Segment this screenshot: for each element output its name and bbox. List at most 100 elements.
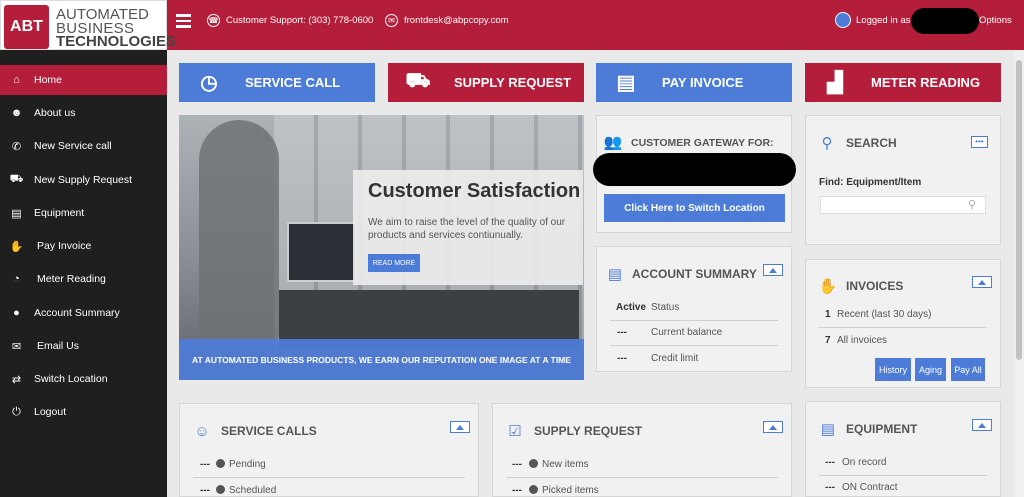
support-text: Customer Support: (303) 778-0600: [226, 15, 374, 26]
pay-all-button[interactable]: Pay All: [951, 358, 985, 381]
sidebar-item-new-service-call[interactable]: ✆ New Service call: [0, 131, 167, 161]
recent-invoices-count: 1: [825, 309, 831, 320]
read-more-button[interactable]: READ MORE: [368, 254, 420, 272]
invoices-title: INVOICES: [846, 279, 904, 293]
search-field-icon[interactable]: ⚲: [968, 198, 976, 211]
options-menu[interactable]: Options: [979, 15, 1012, 26]
account-summary-title: ACCOUNT SUMMARY: [632, 267, 757, 281]
banner-title: Customer Satisfaction: [368, 180, 581, 202]
service-call-tile[interactable]: ◷ SERVICE CALL: [179, 63, 375, 102]
sidebar-item-label: About us: [34, 107, 76, 119]
service-calls-title: SERVICE CALLS: [221, 424, 317, 438]
receipt-icon: ▤: [616, 72, 636, 94]
history-button[interactable]: History: [875, 358, 911, 381]
collapse-invoices-button[interactable]: [972, 276, 992, 288]
recent-invoices-label[interactable]: Recent (last 30 days): [837, 309, 932, 320]
plus-circle-icon: [529, 459, 538, 468]
search-input[interactable]: [820, 196, 986, 214]
sidebar-item-label: Meter Reading: [37, 273, 106, 285]
invoice-hand-icon: ✋: [818, 278, 838, 295]
pending-icon: [216, 459, 225, 468]
scrollbar-thumb[interactable]: [1016, 60, 1022, 360]
collapse-supply-request-button[interactable]: [763, 421, 783, 433]
support-email-link[interactable]: ✉ frontdesk@abpcopy.com: [385, 14, 509, 27]
email-text: frontdesk@abpcopy.com: [404, 15, 509, 26]
sidebar-item-label: Pay Invoice: [37, 240, 92, 252]
person-icon: ☻: [10, 107, 23, 119]
sidebar-item-logout[interactable]: ⏻ Logout: [0, 397, 167, 427]
delivery-person-icon: ⛟: [405, 70, 431, 92]
aging-button[interactable]: Aging: [915, 358, 946, 381]
printer-icon: ▤: [820, 421, 836, 438]
phone-icon: ✆: [11, 140, 22, 153]
pay-invoice-tile[interactable]: ▤ PAY INVOICE: [596, 63, 792, 102]
company-logo[interactable]: ABT AUTOMATED BUSINESS TECHNOLOGIES: [0, 0, 176, 50]
all-invoices-count: 7: [825, 335, 831, 346]
on-contract-label[interactable]: ON Contract: [842, 482, 898, 493]
tile-label: SERVICE CALL: [245, 75, 341, 90]
equipment-title: EQUIPMENT: [846, 422, 918, 436]
account-icon: ●: [13, 307, 20, 319]
check-circle-icon: [529, 485, 538, 494]
gateway-title: CUSTOMER GATEWAY FOR:: [631, 137, 774, 149]
tile-label: METER READING: [871, 75, 981, 90]
envelope-icon: ✉: [385, 14, 398, 27]
status-label: Status: [651, 302, 680, 313]
document-icon: ▤: [607, 266, 623, 283]
sidebar-item-switch-location[interactable]: ⇄ Switch Location: [0, 364, 167, 394]
banner-tagline: AT AUTOMATED BUSINESS PRODUCTS, WE EARN …: [179, 339, 584, 380]
menu-toggle-icon[interactable]: [176, 14, 191, 28]
sidebar-item-meter-reading[interactable]: ◔ Meter Reading: [0, 264, 167, 294]
truck-icon: ⛟: [9, 173, 24, 185]
sidebar-item-label: Equipment: [34, 207, 85, 219]
search-title: SEARCH: [846, 136, 897, 150]
on-contract-count: ---: [825, 482, 835, 493]
collapse-equipment-button[interactable]: [972, 419, 992, 431]
new-items-label[interactable]: New items: [529, 459, 589, 470]
sidebar-item-new-supply-request[interactable]: ⛟ New Supply Request: [0, 165, 167, 195]
sidebar-item-label: Home: [34, 74, 63, 86]
meter-reading-tile[interactable]: ▟ METER READING: [805, 63, 1001, 102]
envelope-icon: ✉: [11, 340, 22, 353]
sidebar-item-label: Account Summary: [34, 307, 120, 319]
picked-items-count: ---: [512, 485, 522, 496]
support-agent-icon: ☺: [194, 422, 210, 440]
new-items-count: ---: [512, 459, 522, 470]
supply-request-card: [492, 403, 792, 497]
collapse-account-summary-button[interactable]: [763, 264, 783, 276]
service-calls-card: [179, 403, 479, 497]
picked-items-label[interactable]: Picked items: [529, 485, 599, 496]
credit-limit-label: Credit limit: [651, 353, 699, 364]
scheduled-label[interactable]: Scheduled: [216, 485, 276, 496]
clock-24-7-icon: ◷: [200, 72, 218, 94]
pending-label[interactable]: Pending: [216, 459, 266, 470]
logo-line-3: TECHNOLOGIES: [56, 33, 177, 50]
bar-chart-icon: ▟: [827, 72, 843, 94]
on-record-label[interactable]: On record: [842, 457, 886, 468]
user-icon: [835, 12, 851, 28]
gauge-icon: ◔: [13, 273, 20, 285]
sidebar-item-email-us[interactable]: ✉ Email Us: [0, 331, 167, 361]
on-record-count: ---: [825, 457, 835, 468]
switch-location-button[interactable]: Click Here to Switch Location: [604, 194, 785, 222]
sidebar-item-label: Switch Location: [34, 373, 108, 385]
search-label: Find: Equipment/Item: [819, 177, 922, 188]
collapse-service-calls-button[interactable]: [450, 421, 470, 433]
scheduled-count: ---: [200, 485, 210, 496]
sidebar-item-pay-invoice[interactable]: ✋ Pay Invoice: [0, 231, 167, 261]
credit-limit-value: ---: [617, 353, 627, 364]
search-icon: ⚲: [821, 135, 833, 152]
sidebar-item-home[interactable]: ⌂ Home: [0, 65, 167, 95]
sidebar-item-account-summary[interactable]: ● Account Summary: [0, 298, 167, 328]
supply-request-tile[interactable]: ⛟ SUPPLY REQUEST: [388, 63, 584, 102]
switch-location-icon: ⇄: [11, 373, 22, 386]
banner-text: We aim to raise the level of the quality…: [368, 217, 566, 241]
printer-icon: ▤: [11, 207, 22, 220]
customer-support-phone[interactable]: ☎ Customer Support: (303) 778-0600: [207, 14, 373, 27]
sidebar-item-about-us[interactable]: ☻ About us: [0, 98, 167, 128]
supply-request-title: SUPPLY REQUEST: [534, 424, 643, 438]
more-options-icon[interactable]: •••: [971, 136, 988, 148]
phone-icon: ☎: [207, 14, 220, 27]
sidebar-item-equipment[interactable]: ▤ Equipment: [0, 198, 167, 228]
all-invoices-label[interactable]: All invoices: [837, 335, 887, 346]
